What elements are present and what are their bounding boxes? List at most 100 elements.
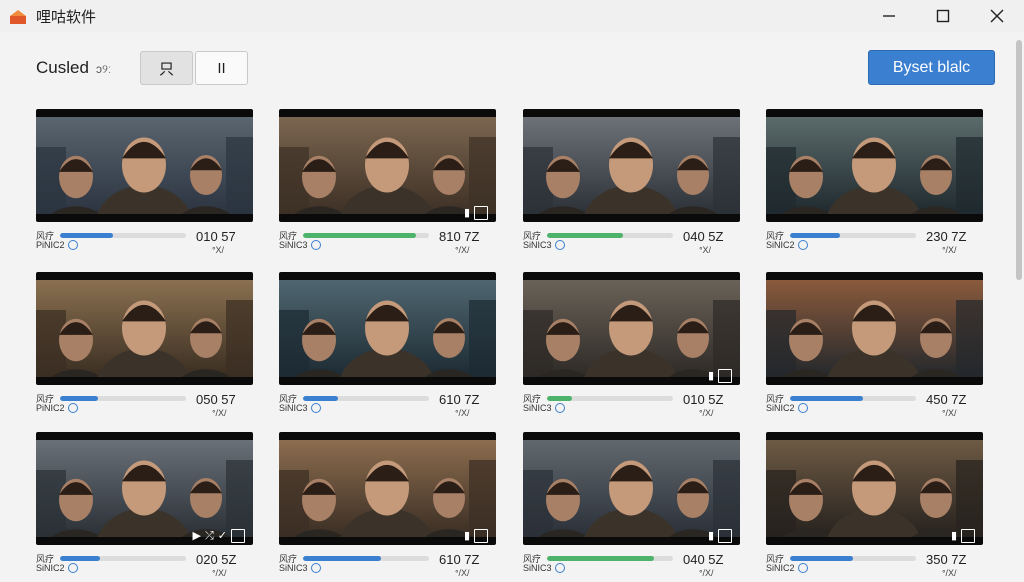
progress-fill	[303, 233, 417, 238]
frame-icon[interactable]	[718, 529, 732, 543]
video-thumbnail[interactable]: ▮	[766, 432, 983, 545]
primary-action-button[interactable]: Byset blalc	[868, 50, 995, 85]
video-thumbnail[interactable]	[766, 109, 983, 222]
thumb-icon[interactable]: ▮	[951, 530, 957, 542]
card-subtitle: SiNIC2	[766, 403, 795, 413]
progress-bar	[790, 233, 916, 238]
card-size-sub: ᐤ/X/	[699, 568, 714, 578]
thumb-icon[interactable]: ▮	[708, 370, 714, 382]
video-card[interactable]: ▮ 风疗 350 7Z SiNIC2 ᐤ/X/	[766, 432, 983, 582]
card-size-sub: ᐤ/X/	[212, 568, 227, 578]
thumbnail-image	[36, 280, 253, 377]
card-size-sub: ᐤ/X/	[455, 408, 470, 418]
video-thumbnail[interactable]: ▮	[279, 432, 496, 545]
status-circle-icon	[554, 563, 565, 573]
close-button[interactable]	[970, 0, 1024, 32]
thumbnail-image	[523, 440, 740, 537]
close-icon	[990, 9, 1004, 23]
video-card[interactable]: ▮ 风疗 810 7Z SiNIC3 ᐤ/X/	[279, 109, 496, 259]
video-thumbnail[interactable]	[523, 109, 740, 222]
card-subtitle-row: SiNIC2	[766, 563, 808, 573]
card-size: 450 7Z	[926, 392, 967, 407]
card-subtitle: SiNIC2	[766, 563, 795, 573]
video-card[interactable]: ▮ 风疗 010 5Z SiNIC3 ᐤ/X/	[523, 272, 740, 422]
view-toggle: 只 II	[140, 51, 248, 85]
thumbnail-image	[279, 280, 496, 377]
video-thumbnail[interactable]	[279, 272, 496, 385]
thumbnail-image	[766, 440, 983, 537]
frame-icon[interactable]	[961, 529, 975, 543]
card-size-sub: ᐤ/X/	[212, 408, 227, 418]
video-thumbnail[interactable]: ▮	[523, 272, 740, 385]
card-subtitle: SiNIC3	[523, 240, 552, 250]
sort-dropdown-indicator[interactable]: ɔ୨ː	[96, 62, 111, 77]
video-thumbnail[interactable]	[36, 109, 253, 222]
minimize-icon	[883, 15, 895, 17]
minimize-button[interactable]	[862, 0, 916, 32]
shuffle-icon[interactable]: ⤮	[205, 530, 214, 542]
card-size-sub: ᐤ/X/	[942, 245, 957, 255]
progress-bar	[303, 556, 429, 561]
video-thumbnail[interactable]	[766, 272, 983, 385]
scrollbar[interactable]	[1014, 40, 1022, 570]
video-thumbnail[interactable]	[36, 272, 253, 385]
thumbnail-overlay-controls: ▮	[464, 206, 488, 220]
thumb-icon[interactable]: ▮	[464, 207, 470, 219]
status-circle-icon	[554, 403, 565, 413]
video-card[interactable]: 风疗 050 57 PiNIC2 ᐤ/X/	[36, 272, 253, 422]
status-circle-icon	[310, 403, 321, 413]
video-card[interactable]: ▶ ⤮ ✓ 风疗 020 5Z SiNIC2 ᐤ/X/	[36, 432, 253, 582]
scrollbar-thumb[interactable]	[1016, 40, 1022, 280]
frame-icon[interactable]	[474, 529, 488, 543]
thumbnail-overlay-controls: ▶ ⤮ ✓	[193, 529, 245, 543]
video-card[interactable]: 风疗 610 7Z SiNIC3 ᐤ/X/	[279, 272, 496, 422]
video-thumbnail[interactable]: ▶ ⤮ ✓	[36, 432, 253, 545]
video-thumbnail[interactable]: ▮	[523, 432, 740, 545]
video-card[interactable]: ▮ 风疗 610 7Z SiNIC3 ᐤ/X/	[279, 432, 496, 582]
thumb-icon[interactable]: ▮	[708, 530, 714, 542]
window-title: 哩咕软件	[36, 7, 97, 26]
status-circle-icon	[67, 563, 78, 573]
title-bar: 哩咕软件	[0, 0, 1024, 32]
video-card[interactable]: 风疗 450 7Z SiNIC2 ᐤ/X/	[766, 272, 983, 422]
progress-bar	[60, 556, 186, 561]
check-icon[interactable]: ✓	[218, 530, 227, 542]
video-thumbnail[interactable]: ▮	[279, 109, 496, 222]
frame-icon[interactable]	[474, 206, 488, 220]
card-size: 040 5Z	[683, 229, 724, 244]
card-size: 810 7Z	[439, 229, 480, 244]
frame-icon[interactable]	[231, 529, 245, 543]
status-circle-icon	[67, 403, 78, 413]
card-subtitle: PiNIC2	[36, 403, 65, 413]
list-view-button[interactable]: II	[195, 51, 248, 85]
progress-bar	[547, 233, 673, 238]
progress-fill	[790, 233, 841, 238]
play-icon[interactable]: ▶	[193, 530, 201, 542]
progress-bar	[303, 233, 429, 238]
video-card[interactable]: 风疗 040 5Z SiNIC3 ᐤX/	[523, 109, 740, 259]
card-subtitle-row: SiNIC3	[279, 403, 321, 413]
thumbnail-image	[36, 440, 253, 537]
maximize-icon	[936, 9, 950, 23]
sort-label[interactable]: Cusled	[36, 58, 89, 78]
card-size-sub: ᐤ/X/	[699, 408, 714, 418]
progress-fill	[547, 556, 655, 561]
thumbnail-image	[766, 280, 983, 377]
thumbnail-overlay-controls: ▮	[708, 369, 732, 383]
card-subtitle: SiNIC2	[766, 240, 795, 250]
progress-fill	[790, 396, 864, 401]
progress-bar	[790, 396, 916, 401]
thumbnail-image	[279, 440, 496, 537]
status-circle-icon	[67, 240, 78, 250]
video-card[interactable]: ▮ 风疗 040 5Z SiNIC3 ᐤ/X/	[523, 432, 740, 582]
video-card[interactable]: 风疗 230 7Z SiNIC2 ᐤ/X/	[766, 109, 983, 259]
progress-fill	[547, 396, 573, 401]
frame-icon[interactable]	[718, 369, 732, 383]
maximize-button[interactable]	[916, 0, 970, 32]
grid-view-button[interactable]: 只	[140, 51, 193, 85]
card-size: 350 7Z	[926, 552, 967, 567]
toolbar: Cusled ɔ୨ː 只 II Byset blalc	[0, 32, 1024, 102]
card-subtitle: SiNIC2	[36, 563, 65, 573]
video-card[interactable]: 风疗 010 57 PiNIC2 ᐤX/	[36, 109, 253, 259]
thumb-icon[interactable]: ▮	[464, 530, 470, 542]
